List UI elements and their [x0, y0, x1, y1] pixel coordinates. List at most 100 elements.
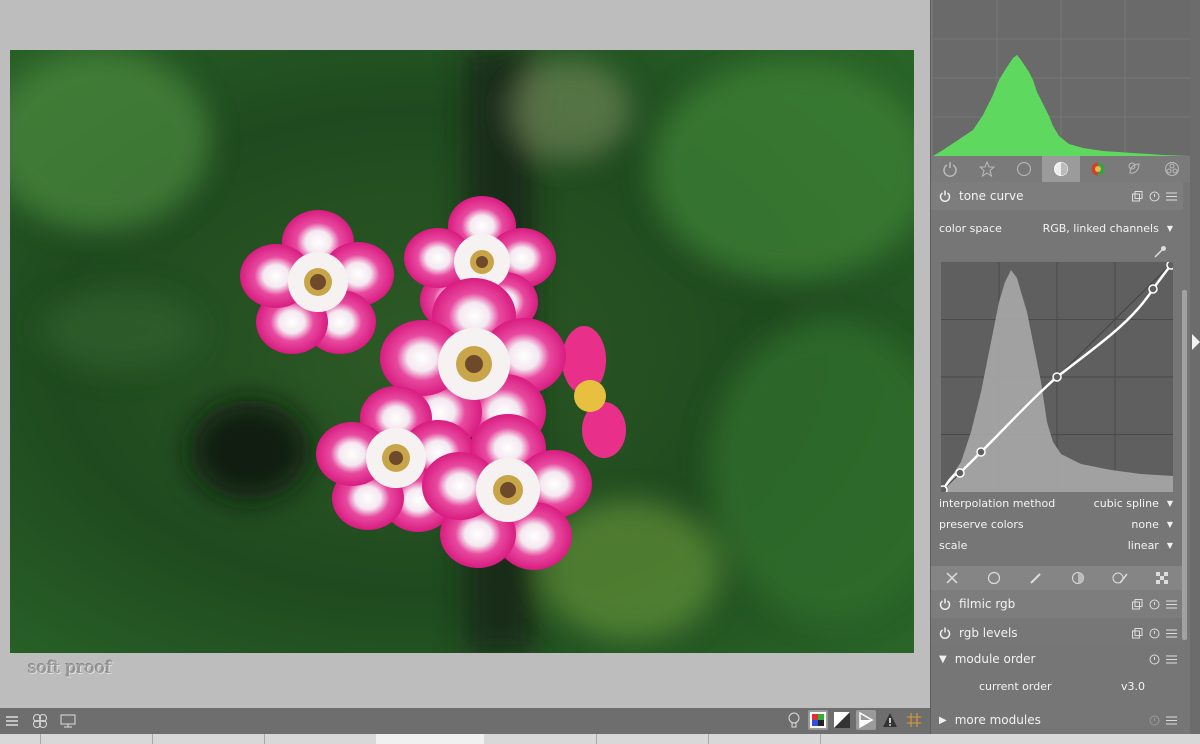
- histogram[interactable]: [933, 0, 1190, 156]
- soft-proof-icon[interactable]: [856, 710, 876, 730]
- filmstrip-divider: [708, 734, 709, 744]
- tone-curve-graph[interactable]: [938, 260, 1176, 495]
- power-icon: [942, 162, 957, 177]
- module-order-header[interactable]: ▼ module order: [931, 645, 1183, 673]
- reset-icon[interactable]: [1149, 715, 1160, 726]
- drawn-parametric-mask-button[interactable]: [1099, 566, 1141, 590]
- module-title: module order: [954, 652, 1036, 666]
- chevron-down-icon: ▼: [1166, 223, 1173, 233]
- module-tone-curve-header[interactable]: tone curve: [931, 182, 1183, 210]
- bottom-toolbar: [0, 708, 930, 734]
- color-ball-icon: [1091, 162, 1105, 176]
- interpolation-value: cubic spline: [1093, 496, 1159, 510]
- close-icon: [946, 572, 958, 584]
- filmstrip-divider: [152, 734, 153, 744]
- interpolation-method-combobox[interactable]: interpolation method cubic spline ▼: [939, 493, 1173, 513]
- presets-icon[interactable]: [2, 711, 22, 731]
- presets-menu-icon[interactable]: [1166, 654, 1177, 665]
- more-modules-header[interactable]: ▶ more modules: [931, 706, 1183, 734]
- preserve-colors-combobox[interactable]: preserve colors none ▼: [939, 514, 1173, 534]
- correct-icon: [1128, 162, 1140, 174]
- scale-combobox[interactable]: scale linear ▼: [939, 535, 1173, 555]
- tab-tone[interactable]: [1042, 156, 1080, 182]
- module-enable-icon[interactable]: [939, 598, 951, 610]
- filmstrip-divider: [264, 734, 265, 744]
- tab-effect[interactable]: [1154, 156, 1191, 182]
- tab-correct[interactable]: [1117, 156, 1154, 182]
- gradient-icon: [1072, 572, 1084, 584]
- filmstrip-divider: [40, 734, 41, 744]
- collapse-right-panel-icon[interactable]: [1192, 334, 1200, 350]
- module-enable-icon[interactable]: [939, 627, 951, 639]
- filmstrip-divider: [820, 734, 821, 744]
- module-group-tabs: [931, 156, 1191, 182]
- chevron-down-icon: ▼: [1166, 540, 1173, 550]
- parametric-icon: [1156, 572, 1168, 584]
- tab-base[interactable]: [1005, 156, 1042, 182]
- reset-icon[interactable]: [1149, 654, 1160, 665]
- filmstrip-current-thumb[interactable]: [376, 734, 484, 744]
- reset-icon[interactable]: [1149, 628, 1160, 639]
- preserve-colors-label: preserve colors: [939, 517, 1024, 531]
- presets-menu-icon[interactable]: [1166, 599, 1177, 610]
- tab-color[interactable]: [1080, 156, 1117, 182]
- uniform-blend-button[interactable]: [973, 566, 1015, 590]
- circle-mask-icon: [987, 571, 1001, 585]
- color-space-combobox[interactable]: color space RGB, linked channels ▼: [939, 218, 1173, 238]
- filmstrip[interactable]: [0, 734, 1200, 744]
- module-rgb-levels-header[interactable]: rgb levels: [931, 619, 1183, 647]
- multi-instance-icon[interactable]: [1132, 627, 1143, 639]
- drawn-mask-button[interactable]: [1015, 566, 1057, 590]
- multi-instance-icon[interactable]: [1132, 598, 1143, 610]
- guides-icon[interactable]: [904, 710, 924, 730]
- collapsed-triangle-icon: ▶: [939, 714, 947, 726]
- focus-peaking-icon[interactable]: [784, 710, 804, 730]
- interpolation-label: interpolation method: [939, 496, 1056, 510]
- color-picker-icon[interactable]: [1153, 244, 1167, 263]
- current-order-label: current order: [979, 680, 1052, 693]
- raster-mask-button[interactable]: [1141, 566, 1183, 590]
- preserve-colors-value: none: [1131, 517, 1159, 531]
- star-icon: [978, 161, 995, 177]
- color-space-value: RGB, linked channels: [1042, 221, 1159, 235]
- second-window-icon[interactable]: [58, 711, 78, 731]
- reset-icon[interactable]: [1149, 599, 1160, 610]
- blend-mask-toolbar: [931, 566, 1183, 590]
- gamut-check-icon[interactable]: [880, 710, 900, 730]
- pen-icon: [1030, 573, 1041, 584]
- soft-proof-label: soft proof: [28, 658, 112, 678]
- chevron-down-icon: ▼: [1166, 498, 1173, 508]
- presets-menu-icon[interactable]: [1166, 628, 1177, 639]
- current-order-value: v3.0: [1121, 680, 1146, 693]
- right-panel-scrollbar[interactable]: [1182, 290, 1187, 640]
- chevron-down-icon: ▼: [1166, 519, 1173, 529]
- effect-icon: [1165, 162, 1180, 176]
- multi-instance-icon[interactable]: [1132, 190, 1143, 202]
- scale-value: linear: [1127, 538, 1159, 552]
- tab-active-modules[interactable]: [931, 156, 968, 182]
- filmstrip-divider: [596, 734, 597, 744]
- blend-off-button[interactable]: [931, 566, 973, 590]
- parametric-mask-button[interactable]: [1057, 566, 1099, 590]
- right-panel-collapse-strip[interactable]: [1190, 0, 1200, 734]
- module-enable-icon[interactable]: [939, 190, 951, 202]
- module-title: filmic rgb: [959, 597, 1016, 611]
- scale-label: scale: [939, 538, 968, 552]
- styles-icon[interactable]: [30, 711, 50, 731]
- circle-icon: [1016, 162, 1031, 176]
- half-circle-icon: [1053, 162, 1068, 176]
- presets-menu-icon[interactable]: [1166, 715, 1177, 726]
- right-panel: tone curve color space RGB, linked chann…: [930, 0, 1192, 734]
- brush-icon: [1112, 572, 1128, 584]
- raw-overexposed-icon[interactable]: [832, 710, 852, 730]
- center-view: soft proof: [0, 0, 930, 708]
- presets-menu-icon[interactable]: [1166, 191, 1177, 202]
- module-title: rgb levels: [959, 626, 1018, 640]
- module-title: more modules: [954, 713, 1041, 727]
- module-filmic-rgb-header[interactable]: filmic rgb: [931, 590, 1183, 618]
- reset-icon[interactable]: [1149, 191, 1160, 202]
- photo-preview[interactable]: [10, 50, 914, 653]
- tab-favorites[interactable]: [968, 156, 1005, 182]
- color-assessment-icon[interactable]: [808, 710, 828, 730]
- color-space-label: color space: [939, 221, 1002, 235]
